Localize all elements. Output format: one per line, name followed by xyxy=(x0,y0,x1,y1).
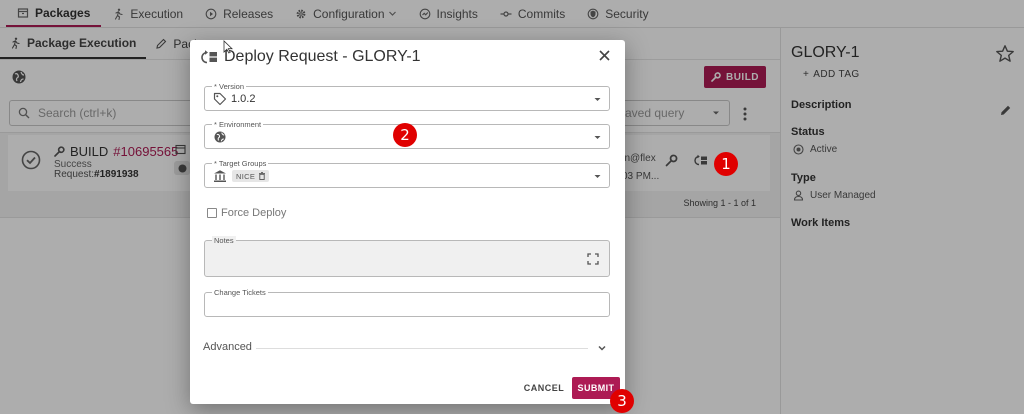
notes-field[interactable]: Notes xyxy=(204,236,610,277)
version-value: 1.0.2 xyxy=(231,93,256,105)
deploy-request-dialog: Deploy Request - GLORY-1 * Version 1.0.2… xyxy=(190,40,625,404)
caret-down-icon xyxy=(593,95,602,104)
deploy-icon xyxy=(201,49,218,66)
step-marker-1: 1 xyxy=(714,152,738,176)
caret-down-icon xyxy=(593,133,602,142)
close-icon[interactable] xyxy=(598,49,611,62)
version-label: * Version xyxy=(212,82,247,91)
version-select[interactable]: * Version 1.0.2 xyxy=(204,82,610,111)
step-marker-2: 2 xyxy=(393,123,417,147)
caret-down-icon xyxy=(593,172,602,181)
change-tickets-field[interactable]: Change Tickets xyxy=(204,288,610,317)
target-groups-label: * Target Groups xyxy=(212,159,269,168)
advanced-divider xyxy=(256,348,588,349)
target-group-chip-label: NICE xyxy=(236,171,256,181)
change-tickets-label: Change Tickets xyxy=(212,288,268,297)
advanced-section-toggle[interactable]: Advanced xyxy=(203,341,252,353)
institution-icon xyxy=(213,169,227,183)
force-deploy-checkbox[interactable]: Force Deploy xyxy=(207,207,286,219)
notes-label: Notes xyxy=(212,236,236,245)
tag-icon xyxy=(213,92,227,106)
checkbox-box[interactable] xyxy=(207,208,217,218)
dialog-title: Deploy Request - GLORY-1 xyxy=(224,48,421,65)
trash-icon[interactable] xyxy=(258,172,266,180)
target-groups-select[interactable]: * Target Groups NICE xyxy=(204,159,610,188)
cancel-button[interactable]: CANCEL xyxy=(519,378,569,398)
globe-icon xyxy=(213,130,227,144)
chevron-down-icon[interactable] xyxy=(597,343,607,353)
mouse-cursor-icon xyxy=(223,40,233,54)
force-deploy-label: Force Deploy xyxy=(221,207,287,219)
step-marker-3: 3 xyxy=(610,389,634,413)
fullscreen-icon[interactable] xyxy=(587,253,599,265)
target-group-chip[interactable]: NICE xyxy=(232,170,270,182)
environment-label: * Environment xyxy=(212,120,264,129)
